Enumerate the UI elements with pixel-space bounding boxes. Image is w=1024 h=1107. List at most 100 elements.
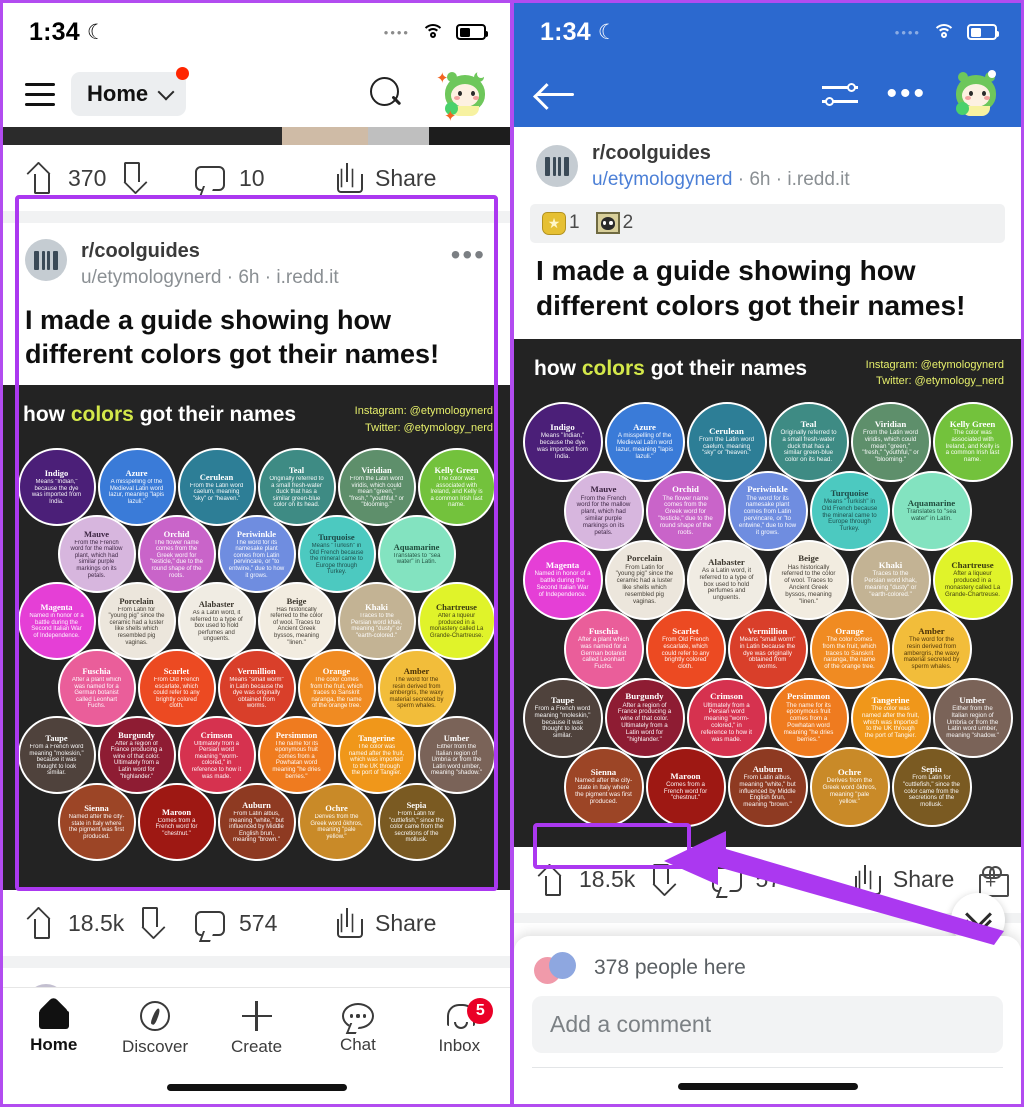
nav-item-inbox[interactable]: Inbox 5 (409, 988, 510, 1070)
color-description: As a Latin word, it referred to a type o… (190, 609, 243, 643)
partial-post-actionbar: 370 10 Share (3, 145, 510, 211)
color-name: Maroon (161, 806, 192, 817)
color-name: Burgundy (625, 691, 664, 702)
user-avatar-snoo[interactable] (953, 70, 999, 117)
nav-item-chat[interactable]: Chat (307, 988, 408, 1070)
upvote-arrow-icon[interactable] (538, 865, 565, 896)
gold-award-icon: ★ (542, 211, 566, 235)
share-label: Share (892, 866, 955, 893)
wifi-icon (932, 23, 956, 41)
color-circle: Aquamarine Translates to "sea water" in L… (891, 470, 972, 551)
subreddit-name[interactable]: r/coolguides (592, 141, 999, 167)
color-name: Umber (443, 733, 470, 744)
upvote-arrow-icon[interactable] (27, 908, 54, 940)
comment-bubble-icon[interactable] (195, 165, 225, 191)
post-header: r/coolguides u/etymologynerd · 6h · i.re… (3, 223, 510, 290)
award-framed[interactable]: 2 (595, 212, 633, 235)
color-description: From Old French escarlate, which could r… (661, 635, 710, 671)
share-icon[interactable] (853, 864, 881, 895)
color-description: Means "small worm" in Latin because the … (229, 676, 284, 710)
subreddit-avatar[interactable] (25, 239, 67, 281)
color-circle: Kelly Green The color was associated with… (417, 448, 496, 527)
detail-app-bar: ••• (514, 61, 1021, 127)
awards-row[interactable]: ★ 1 2 (530, 203, 1005, 243)
search-icon[interactable] (370, 77, 404, 111)
color-name: Indigo (44, 468, 69, 479)
color-description: Traces to the Persian word khak, meaning… (864, 570, 917, 598)
kebab-menu-icon[interactable]: ••• (451, 239, 486, 269)
share-icon[interactable] (335, 908, 363, 939)
color-name: Tangerine (358, 733, 395, 744)
color-description: From the French word for the mallow plan… (70, 539, 123, 579)
color-circle: Auburn From Latin albus, meaning "white,"… (217, 783, 296, 862)
comment-group[interactable]: 574 (195, 910, 335, 937)
color-circle: Cerulean From the Latin word caelum, mean… (177, 448, 256, 527)
share-icon[interactable] (335, 163, 363, 193)
upvote-arrow-icon[interactable] (27, 163, 54, 194)
color-name: Fuschia (82, 666, 111, 677)
color-name: Azure (125, 468, 148, 479)
kebab-menu-icon[interactable]: ••• (886, 79, 927, 108)
chevron-down-icon (157, 83, 175, 100)
hamburger-menu-icon[interactable] (25, 82, 55, 106)
color-description: The word for its namesake plant comes fr… (228, 539, 285, 579)
nav-item-create[interactable]: Create (206, 988, 307, 1070)
color-description: After a liqueur produced in a monastery … (944, 570, 1001, 598)
color-name: Azure (633, 422, 656, 433)
back-arrow-icon[interactable] (536, 80, 576, 108)
color-name: Viridian (361, 465, 392, 476)
guide-book-icon (545, 156, 569, 176)
gift-award-icon[interactable] (978, 865, 1010, 897)
color-description: From the Latin word caelum, meaning "sky… (698, 435, 755, 457)
color-description: The flower name comes from the Greek wor… (150, 539, 203, 579)
color-circle: Ochre Derives from the Greek word ōkhros,… (297, 783, 376, 862)
share-group[interactable]: Share (335, 908, 436, 939)
color-description: After a region of France producing a win… (110, 740, 163, 780)
color-description: Means "small worm" in Latin because the … (739, 635, 796, 671)
share-group[interactable]: Share (335, 163, 436, 193)
comment-bubble-icon[interactable] (711, 867, 742, 893)
social-twitter: Twitter: @etymology_nerd (876, 375, 1004, 388)
user-avatar-snoo[interactable]: ✦ ✦ (436, 70, 488, 125)
color-circle: Vermillion Means "small worm" in Latin be… (727, 608, 808, 689)
infographic-title-highlight: colors (581, 356, 645, 380)
comment-bubble-icon[interactable] (195, 910, 225, 936)
status-bar-right: 1:34 ☾ •••• (514, 3, 1021, 61)
subreddit-avatar[interactable] (536, 145, 578, 188)
post-infographic-image[interactable]: how colors got their names Instagram: @e… (3, 385, 510, 891)
comment-group[interactable]: 10 (195, 165, 335, 192)
color-circle: Kelly Green The color was associated with… (932, 401, 1013, 482)
feed-selector-button[interactable]: Home (71, 67, 190, 116)
post-author[interactable]: u/etymologynerd (592, 169, 732, 190)
framed-award-icon (595, 212, 620, 235)
vote-group[interactable]: 18.5k (538, 865, 712, 896)
color-name: Scarlet (672, 625, 699, 636)
social-instagram: Instagram: @etymologynerd (354, 405, 493, 418)
chat-bubble-icon (341, 1003, 374, 1029)
color-circle: Turquoise Means "Turkish" in Old French b… (297, 515, 376, 594)
nav-item-home[interactable]: Home (3, 988, 104, 1070)
add-comment-input[interactable]: Add a comment (532, 996, 1003, 1053)
sliders-icon[interactable] (822, 81, 859, 107)
highlighted-post-card[interactable]: r/coolguides u/etymologynerd · 6h · i.re… (3, 223, 510, 957)
downvote-arrow-icon[interactable] (120, 163, 147, 193)
color-name: Beige (798, 553, 819, 564)
vote-group[interactable]: 370 (27, 163, 195, 194)
color-circle: Taupe From a French word meaning "moleski… (522, 677, 603, 758)
color-description: As a Latin word, it referred to a type o… (699, 566, 754, 602)
nav-item-discover[interactable]: Discover (104, 988, 205, 1070)
share-group[interactable]: Share (853, 864, 978, 895)
comment-group[interactable]: 574 (711, 866, 853, 893)
bottom-navigation: Home Discover Create Chat Inbox 5 (3, 987, 510, 1104)
subreddit-name[interactable]: r/coolguides (81, 239, 437, 265)
post-infographic-image[interactable]: how colors got their names Instagram: @e… (514, 338, 1021, 847)
color-circle: Fuschia After a plant which was named for… (563, 608, 644, 689)
social-twitter: Twitter: @etymology_nerd (365, 421, 493, 434)
downvote-arrow-icon[interactable] (138, 908, 165, 938)
vote-group[interactable]: 18.5k (27, 908, 195, 940)
award-gold[interactable]: ★ 1 (542, 211, 580, 235)
signal-dots-icon: •••• (894, 24, 921, 40)
nav-item-label: Discover (122, 1037, 189, 1056)
color-name: Khaki (878, 560, 903, 571)
downvote-arrow-icon[interactable] (649, 865, 676, 895)
